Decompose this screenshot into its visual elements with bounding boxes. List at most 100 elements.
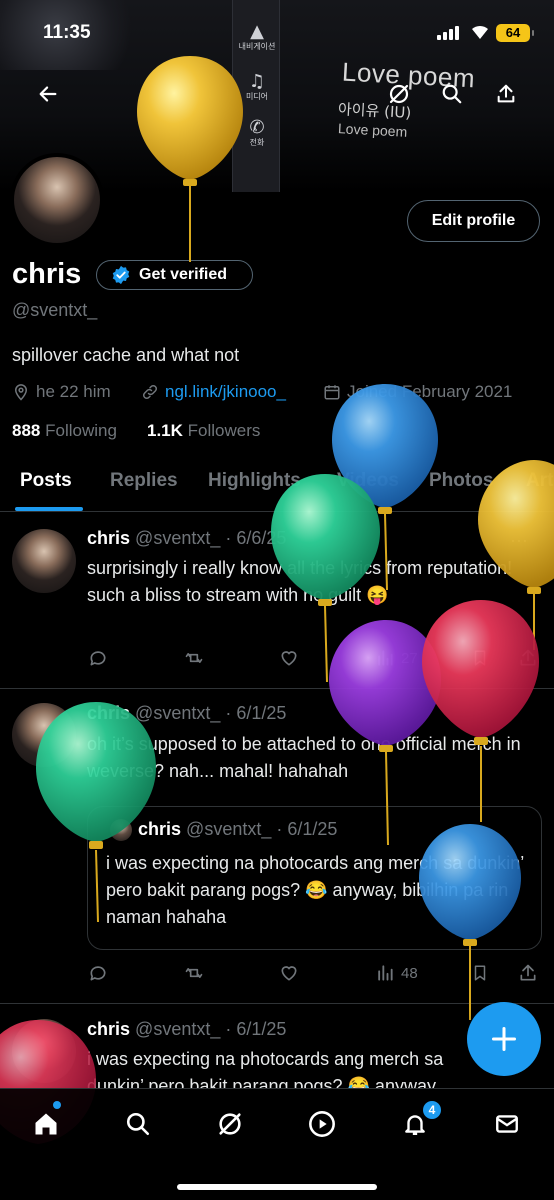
balloon-red bbox=[422, 600, 539, 822]
search-button[interactable] bbox=[434, 76, 470, 112]
link-text[interactable]: ngl.link/jkinooo_ bbox=[165, 382, 286, 402]
home-unread-dot bbox=[53, 1101, 61, 1109]
tab-videos[interactable]: Videos bbox=[337, 470, 399, 492]
quoted-post[interactable]: chris @sventxt_ · 6/1/25 i was expecting… bbox=[87, 806, 542, 950]
post-header: chris @sventxt_ · 6/6/25 bbox=[87, 528, 286, 549]
nav-grok[interactable] bbox=[210, 1104, 250, 1144]
heart-icon bbox=[281, 651, 297, 666]
grok-icon bbox=[389, 84, 409, 104]
views-count: 48 bbox=[401, 964, 418, 982]
share-icon bbox=[520, 964, 536, 981]
quote-author: chris bbox=[138, 819, 182, 839]
joined-text: Joined February 2021 bbox=[347, 382, 513, 401]
bookmark-icon bbox=[474, 650, 486, 666]
display-name: chris bbox=[12, 258, 82, 290]
followers-count-link[interactable]: 1.1K Followers bbox=[147, 421, 260, 441]
post-handle: @sventxt_ bbox=[135, 528, 221, 548]
reply-button[interactable] bbox=[88, 648, 108, 668]
following-label: Following bbox=[45, 421, 117, 440]
calendar-icon bbox=[324, 385, 340, 400]
repost-icon bbox=[185, 968, 203, 978]
nav-messages[interactable] bbox=[487, 1104, 527, 1144]
back-arrow-icon bbox=[39, 86, 57, 102]
post-avatar[interactable] bbox=[12, 529, 76, 593]
mail-icon bbox=[496, 1115, 518, 1133]
tab-posts[interactable]: Posts bbox=[20, 470, 72, 492]
reply-button[interactable] bbox=[88, 963, 108, 983]
active-tab-indicator bbox=[15, 507, 83, 511]
quote-text: i was expecting na photocards ang merch … bbox=[106, 853, 524, 927]
verified-badge-icon bbox=[112, 265, 130, 285]
play-circle-icon bbox=[309, 1111, 335, 1137]
tab-art[interactable]: Art bbox=[526, 470, 553, 492]
post-avatar[interactable] bbox=[12, 1019, 76, 1083]
profile-avatar[interactable] bbox=[10, 153, 104, 247]
grok-icon bbox=[219, 1113, 241, 1135]
post-text: oh it’s supposed to be attached to one o… bbox=[87, 734, 521, 781]
views-count: 27 bbox=[401, 649, 418, 667]
repost-button[interactable] bbox=[183, 963, 205, 983]
quote-handle: @sventxt_ bbox=[186, 819, 272, 839]
views-button[interactable]: 48 bbox=[375, 963, 418, 983]
media-side-item: ♫ 미디어 bbox=[245, 71, 269, 102]
link-icon bbox=[142, 384, 158, 400]
bookmark-icon bbox=[474, 965, 486, 981]
nav-home[interactable] bbox=[26, 1104, 66, 1144]
profile-link[interactable]: ngl.link/jkinooo_ bbox=[141, 382, 286, 402]
share-post-button[interactable] bbox=[518, 963, 538, 983]
share-button[interactable] bbox=[488, 76, 524, 112]
followers-count: 1.1K bbox=[147, 421, 183, 440]
location-pin-icon bbox=[14, 384, 28, 401]
like-button[interactable] bbox=[279, 648, 299, 668]
nav-search[interactable] bbox=[118, 1104, 158, 1144]
phone-side-item: ✆ 전화 bbox=[249, 117, 265, 148]
heart-icon bbox=[281, 966, 297, 981]
post-author[interactable]: chris bbox=[87, 1019, 130, 1039]
home-indicator bbox=[177, 1184, 377, 1190]
post-divider bbox=[0, 1003, 554, 1004]
nav-video[interactable] bbox=[302, 1104, 342, 1144]
reply-icon bbox=[90, 651, 106, 666]
post-author[interactable]: chris bbox=[87, 703, 130, 723]
post-date: · 6/6/25 bbox=[225, 528, 287, 548]
post-date: · 6/1/25 bbox=[225, 1019, 287, 1039]
tab-replies[interactable]: Replies bbox=[110, 470, 178, 492]
edit-profile-button[interactable]: Edit profile bbox=[407, 200, 540, 242]
quote-date: · 6/1/25 bbox=[276, 819, 338, 839]
post-handle: @sventxt_ bbox=[135, 1019, 221, 1039]
post-divider bbox=[0, 688, 554, 689]
post-author[interactable]: chris bbox=[87, 528, 130, 548]
quote-header: chris @sventxt_ · 6/1/25 bbox=[138, 819, 337, 840]
back-button[interactable] bbox=[30, 76, 66, 112]
signal-icon bbox=[437, 26, 461, 40]
bookmark-button[interactable] bbox=[471, 648, 489, 668]
battery-indicator: 64 bbox=[496, 24, 534, 42]
share-post-button[interactable] bbox=[518, 648, 538, 668]
following-count: 888 bbox=[12, 421, 41, 440]
post-header: chris @sventxt_ · 6/1/25 bbox=[87, 703, 286, 724]
quote-avatar bbox=[110, 819, 132, 841]
profile-bio: spillover cache and what not bbox=[12, 345, 240, 365]
like-button[interactable] bbox=[279, 963, 299, 983]
home-icon bbox=[35, 1113, 57, 1135]
more-options-icon[interactable]: ··· bbox=[510, 530, 528, 551]
banner-song-sub: Love poem bbox=[337, 120, 408, 140]
tab-highlights[interactable]: Highlights bbox=[208, 470, 301, 492]
status-time: 11:35 bbox=[43, 22, 91, 43]
views-button[interactable]: 27 bbox=[375, 648, 418, 668]
compose-button[interactable] bbox=[467, 1002, 541, 1076]
banner-car-sidepanel: ▲ 내비게이션 ♫ 미디어 ✆ 전화 bbox=[232, 0, 280, 192]
views-icon bbox=[378, 650, 393, 666]
followers-label: Followers bbox=[187, 421, 261, 440]
nav-side-item: ▲ 내비게이션 bbox=[238, 21, 276, 52]
bookmark-button[interactable] bbox=[471, 963, 489, 983]
post-header: chris @sventxt_ · 6/1/25 bbox=[87, 1019, 286, 1040]
grok-button[interactable] bbox=[381, 76, 417, 112]
search-icon bbox=[126, 1112, 150, 1136]
get-verified-button[interactable]: Get verified bbox=[96, 260, 253, 290]
post-handle: @sventxt_ bbox=[135, 703, 221, 723]
repost-button[interactable] bbox=[183, 648, 205, 668]
post-avatar[interactable] bbox=[12, 703, 76, 767]
tab-photos[interactable]: Photos bbox=[429, 470, 493, 492]
following-count-link[interactable]: 888 Following bbox=[12, 421, 117, 441]
